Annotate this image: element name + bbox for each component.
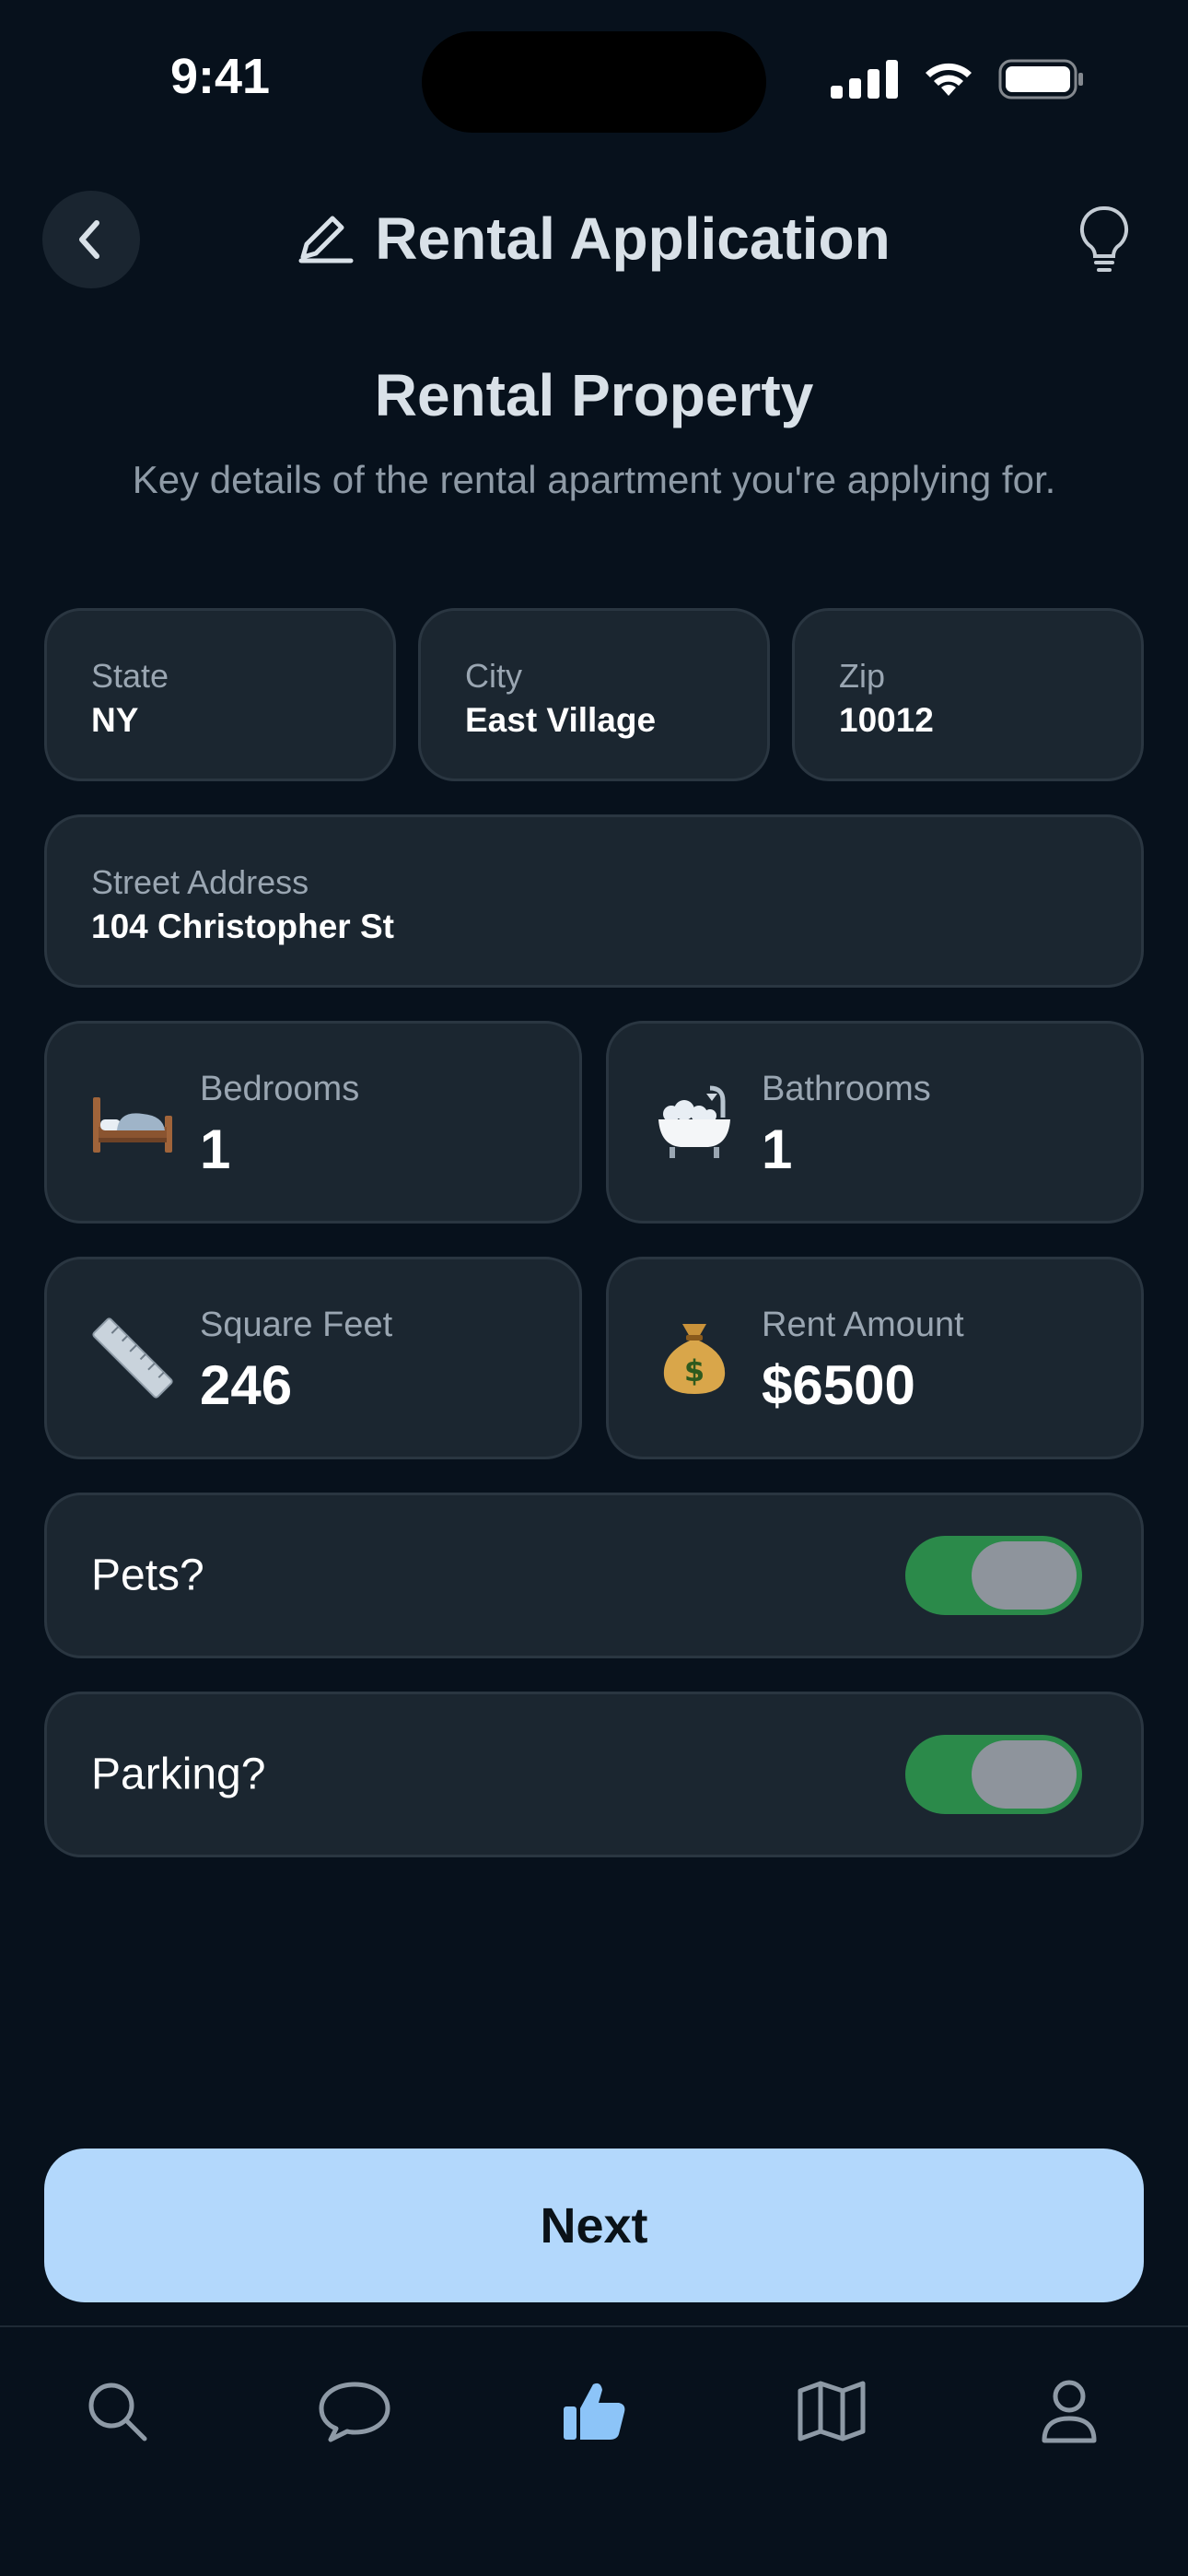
- city-label: City: [465, 657, 522, 695]
- square-feet-card[interactable]: Square Feet 246: [44, 1257, 582, 1459]
- profile-icon: [1042, 2380, 1097, 2443]
- bed-icon: [91, 1081, 174, 1164]
- wifi-icon: [926, 63, 972, 96]
- header: Rental Application: [0, 205, 1188, 273]
- rental-application-screen: 9:41 Rental Application Rental Property …: [0, 0, 1188, 2576]
- state-value: NY: [91, 701, 139, 739]
- city-field[interactable]: City East Village: [418, 608, 770, 781]
- chat-icon: [319, 2382, 390, 2442]
- bathrooms-label: Bathrooms: [762, 1070, 931, 1108]
- state-field[interactable]: State NY: [44, 608, 396, 781]
- bedrooms-label: Bedrooms: [200, 1070, 360, 1108]
- parking-label: Parking?: [91, 1750, 266, 1799]
- rent-amount-card[interactable]: $ Rent Amount $6500: [606, 1257, 1144, 1459]
- dynamic-island: [422, 31, 766, 133]
- tab-search[interactable]: [76, 2370, 158, 2453]
- street-address-field[interactable]: Street Address 104 Christopher St: [44, 814, 1144, 988]
- page-title: Rental Application: [375, 205, 891, 272]
- square-feet-label: Square Feet: [200, 1306, 393, 1344]
- battery-icon: [998, 59, 1083, 100]
- parking-row: Parking?: [44, 1692, 1144, 1857]
- square-feet-value: 246: [200, 1354, 293, 1416]
- pets-toggle-knob: [972, 1541, 1077, 1610]
- status-icons: [831, 59, 1085, 100]
- tab-recommendations[interactable]: [553, 2370, 635, 2453]
- city-value: East Village: [465, 701, 657, 739]
- tab-map[interactable]: [790, 2370, 873, 2453]
- zip-value: 10012: [839, 701, 934, 739]
- street-address-label: Street Address: [91, 863, 309, 901]
- search-icon: [88, 2383, 147, 2441]
- bathtub-icon: [653, 1081, 736, 1164]
- rent-amount-label: Rent Amount: [762, 1306, 964, 1344]
- map-icon: [798, 2381, 866, 2441]
- signal-icon: [831, 60, 898, 99]
- zip-field[interactable]: Zip 10012: [792, 608, 1144, 781]
- ruler-icon: [91, 1317, 174, 1399]
- money-bag-icon: $: [653, 1317, 736, 1399]
- svg-text:$: $: [684, 1353, 705, 1388]
- tab-bar: [0, 2325, 1188, 2576]
- status-time: 9:41: [170, 49, 271, 104]
- bathrooms-value: 1: [762, 1118, 793, 1180]
- bathrooms-card[interactable]: Bathrooms 1: [606, 1021, 1144, 1224]
- section-subtitle: Key details of the rental apartment you'…: [132, 458, 1056, 501]
- pets-toggle[interactable]: [905, 1536, 1082, 1615]
- lightbulb-icon: [1079, 205, 1129, 272]
- state-label: State: [91, 657, 169, 695]
- tab-chat[interactable]: [313, 2370, 396, 2453]
- bedrooms-card[interactable]: Bedrooms 1: [44, 1021, 582, 1224]
- section-title: Rental Property: [374, 362, 814, 428]
- tips-button[interactable]: [1063, 198, 1146, 281]
- zip-label: Zip: [839, 657, 886, 695]
- tab-profile[interactable]: [1028, 2370, 1111, 2453]
- parking-toggle[interactable]: [905, 1735, 1082, 1814]
- rent-amount-value: $6500: [762, 1354, 915, 1416]
- bedrooms-value: 1: [200, 1118, 231, 1180]
- next-button[interactable]: Next: [44, 2149, 1144, 2302]
- pets-row: Pets?: [44, 1493, 1144, 1658]
- street-address-value: 104 Christopher St: [91, 907, 394, 945]
- thumbs-up-icon: [564, 2383, 625, 2440]
- pencil-icon: [298, 216, 354, 263]
- pets-label: Pets?: [91, 1551, 204, 1600]
- parking-toggle-knob: [972, 1740, 1077, 1809]
